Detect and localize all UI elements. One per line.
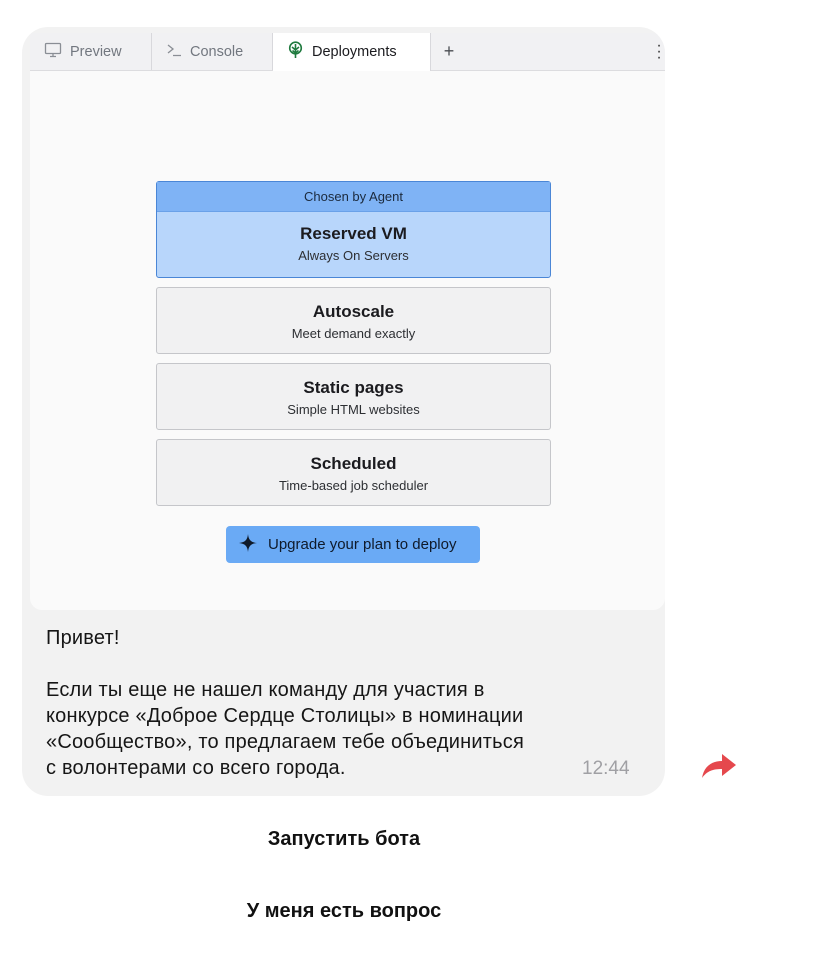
- terminal-icon: [166, 43, 182, 61]
- option-title: Reserved VM: [300, 224, 407, 243]
- option-subtitle: Always On Servers: [298, 248, 409, 263]
- tab-preview[interactable]: Preview: [30, 33, 152, 70]
- option-scheduled[interactable]: Scheduled Time-based job scheduler: [156, 439, 551, 506]
- more-options-icon[interactable]: · · ·: [655, 38, 663, 66]
- option-title: Static pages: [303, 378, 404, 397]
- option-title: Scheduled: [310, 454, 397, 473]
- start-bot-button[interactable]: Запустить бота: [0, 828, 688, 851]
- tab-console[interactable]: Console: [152, 33, 273, 70]
- ask-question-button[interactable]: У меня есть вопрос: [0, 900, 688, 923]
- message-time: 12:44: [582, 758, 630, 779]
- monitor-icon: [44, 42, 62, 62]
- option-subtitle: Time-based job scheduler: [278, 478, 429, 493]
- deployments-screenshot: Preview Console Deployments + · · · Chosen…: [30, 33, 665, 610]
- option-subtitle: Meet demand exactly: [291, 326, 416, 341]
- upgrade-plan-button[interactable]: Upgrade your plan to deploy: [226, 526, 480, 563]
- sparkle-icon: [238, 533, 258, 557]
- message-greeting: Привет!: [46, 627, 120, 649]
- option-autoscale[interactable]: Autoscale Meet demand exactly: [156, 287, 551, 354]
- tab-label: Console: [190, 43, 244, 60]
- option-subtitle: Simple HTML websites: [287, 402, 420, 417]
- message-bubble: Preview Console Deployments + · · · Chosen…: [22, 27, 665, 796]
- option-title: Autoscale: [312, 302, 395, 321]
- tab-bar: Preview Console Deployments + · · ·: [30, 33, 665, 71]
- message-line: конкурсе «Доброе Сердце Столицы» в номин…: [46, 705, 524, 727]
- add-tab-button[interactable]: +: [431, 33, 467, 70]
- upgrade-label: Upgrade your plan to deploy: [268, 536, 457, 553]
- option-static-pages[interactable]: Static pages Simple HTML websites: [156, 363, 551, 430]
- chosen-by-agent-label: Chosen by Agent: [157, 182, 550, 212]
- tab-label: Preview: [70, 43, 122, 60]
- message-line: с волонтерами со всего города.: [46, 757, 346, 779]
- tab-label: Deployments: [312, 44, 397, 60]
- deployment-options: Chosen by Agent Reserved VM Always On Se…: [156, 181, 551, 515]
- forward-arrow-icon[interactable]: [700, 750, 740, 782]
- message-line: Если ты еще не нашел команду для участия…: [46, 679, 485, 701]
- message-line: «Сообщество», то предлагаем тебе объедин…: [46, 731, 524, 753]
- tab-deployments[interactable]: Deployments: [273, 33, 431, 71]
- message-text: Если ты еще не нашел команду для участия…: [46, 677, 626, 781]
- option-reserved-vm[interactable]: Chosen by Agent Reserved VM Always On Se…: [156, 181, 551, 278]
- deploy-tree-icon: [287, 41, 304, 63]
